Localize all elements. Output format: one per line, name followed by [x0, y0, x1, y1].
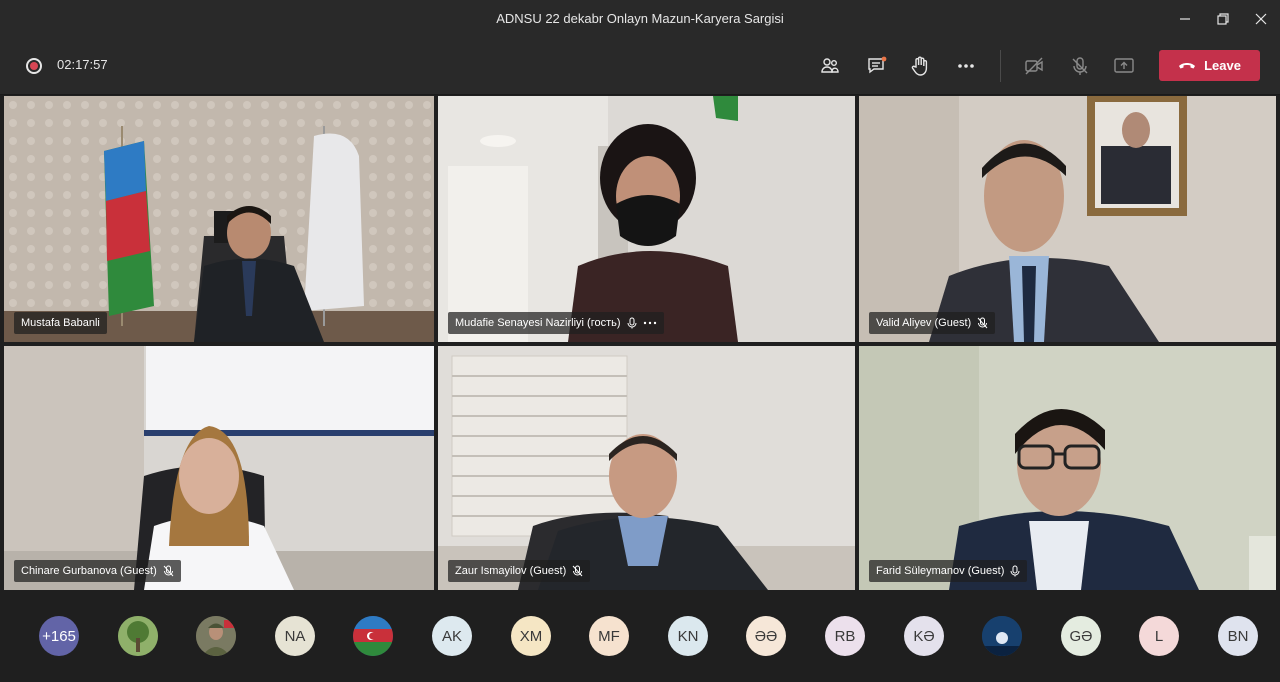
avatar-initials: ƏƏ	[754, 627, 778, 645]
more-icon[interactable]	[952, 52, 980, 80]
participant-name-tag: Chinare Gurbanova (Guest)	[14, 560, 181, 582]
avatar-initials: KƏ	[913, 627, 935, 645]
avatar-initials: L	[1154, 627, 1164, 645]
participant-avatar-tray: +165 NA AK XM MF KN ƏƏ RB KƏ GƏ L BN	[0, 596, 1280, 676]
mic-off-icon	[572, 565, 583, 577]
participant-name: Zaur Ismayilov (Guest)	[455, 565, 567, 577]
window-controls	[1166, 0, 1280, 37]
participant-avatar[interactable]: NA	[275, 616, 315, 656]
avatar-initials: AK	[441, 627, 462, 645]
participant-avatar[interactable]: KƏ	[904, 616, 944, 656]
participant-name-tag: Farid Süleymanov (Guest)	[869, 560, 1028, 582]
restore-icon[interactable]	[1204, 0, 1242, 37]
participant-name: Chinare Gurbanova (Guest)	[21, 565, 157, 577]
avatar-initials: BN	[1227, 627, 1249, 645]
participant-video	[4, 346, 434, 590]
participant-avatar[interactable]: BN	[1218, 616, 1258, 656]
participant-avatar[interactable]: KN	[668, 616, 708, 656]
avatar-initials: NA	[284, 627, 306, 645]
participant-name: Valid Aliyev (Guest)	[876, 317, 972, 329]
participant-avatar-photo[interactable]	[353, 616, 393, 656]
raise-hand-icon[interactable]	[906, 52, 934, 80]
video-tile[interactable]: Mudafie Senayesi Nazirliyi (гость)	[438, 96, 855, 342]
title-bar: ADNSU 22 dekabr Onlayn Mazun-Karyera Sar…	[0, 0, 1280, 37]
participant-name: Mustafa Babanli	[21, 317, 100, 329]
participant-name-tag: Mustafa Babanli	[14, 312, 107, 334]
video-tile[interactable]: Farid Süleymanov (Guest)	[859, 346, 1276, 590]
participant-name: Mudafie Senayesi Nazirliyi (гость)	[455, 317, 621, 329]
participant-name-tag: Zaur Ismayilov (Guest)	[448, 560, 591, 582]
video-tile[interactable]: Chinare Gurbanova (Guest)	[4, 346, 434, 590]
avatar-initials: XM	[519, 627, 543, 645]
participant-avatar[interactable]: XM	[511, 616, 551, 656]
mic-icon	[1010, 565, 1020, 577]
more-options-icon[interactable]	[643, 320, 657, 326]
participant-avatar[interactable]: +165	[39, 616, 79, 656]
toolbar-divider	[1000, 50, 1001, 82]
participant-name-tag: Mudafie Senayesi Nazirliyi (гость)	[448, 312, 664, 334]
participant-avatar-photo[interactable]	[118, 616, 158, 656]
meeting-toolbar: 02:17:57 Leave	[0, 37, 1280, 95]
participants-icon[interactable]	[816, 52, 844, 80]
chat-icon[interactable]	[863, 52, 891, 80]
participant-name: Farid Süleymanov (Guest)	[876, 565, 1005, 577]
mic-off-icon	[163, 565, 174, 577]
avatar-initials: +165	[42, 627, 76, 645]
participant-avatar-photo[interactable]	[982, 616, 1022, 656]
participant-video	[859, 346, 1276, 590]
participant-name-tag: Valid Aliyev (Guest)	[869, 312, 996, 334]
minimize-icon[interactable]	[1166, 0, 1204, 37]
mic-off-icon[interactable]	[1066, 52, 1094, 80]
participant-video	[4, 96, 434, 342]
leave-button[interactable]: Leave	[1159, 50, 1260, 81]
window-title: ADNSU 22 dekabr Onlayn Mazun-Karyera Sar…	[496, 11, 784, 26]
participant-avatar[interactable]: ƏƏ	[746, 616, 786, 656]
avatar-initials: MF	[598, 627, 620, 645]
leave-label: Leave	[1204, 58, 1241, 73]
participant-avatar-photo[interactable]	[196, 616, 236, 656]
hang-up-icon	[1179, 62, 1196, 68]
avatar-initials: KN	[677, 627, 699, 645]
mic-off-icon	[977, 317, 988, 329]
video-tile[interactable]: Zaur Ismayilov (Guest)	[438, 346, 855, 590]
video-tile[interactable]: Mustafa Babanli	[4, 96, 434, 342]
participant-avatar[interactable]: GƏ	[1061, 616, 1101, 656]
participant-video	[438, 346, 855, 590]
avatar-initials: RB	[834, 627, 856, 645]
participant-video	[438, 96, 855, 342]
avatar-initials: GƏ	[1069, 627, 1093, 645]
participant-video	[859, 96, 1276, 342]
share-screen-icon[interactable]	[1110, 52, 1138, 80]
meeting-timer: 02:17:57	[57, 57, 108, 72]
recording-icon	[26, 58, 42, 74]
close-icon[interactable]	[1242, 0, 1280, 37]
participant-avatar[interactable]: L	[1139, 616, 1179, 656]
mic-icon	[627, 317, 637, 329]
participant-avatar[interactable]: RB	[825, 616, 865, 656]
participant-avatar[interactable]: AK	[432, 616, 472, 656]
video-tile[interactable]: Valid Aliyev (Guest)	[859, 96, 1276, 342]
teams-meeting-window: ADNSU 22 dekabr Onlayn Mazun-Karyera Sar…	[0, 0, 1280, 682]
participant-avatar[interactable]: MF	[589, 616, 629, 656]
video-grid: Mustafa Babanli Mudafie Senayesi Nazirli…	[4, 96, 1276, 590]
camera-off-icon[interactable]	[1020, 52, 1048, 80]
